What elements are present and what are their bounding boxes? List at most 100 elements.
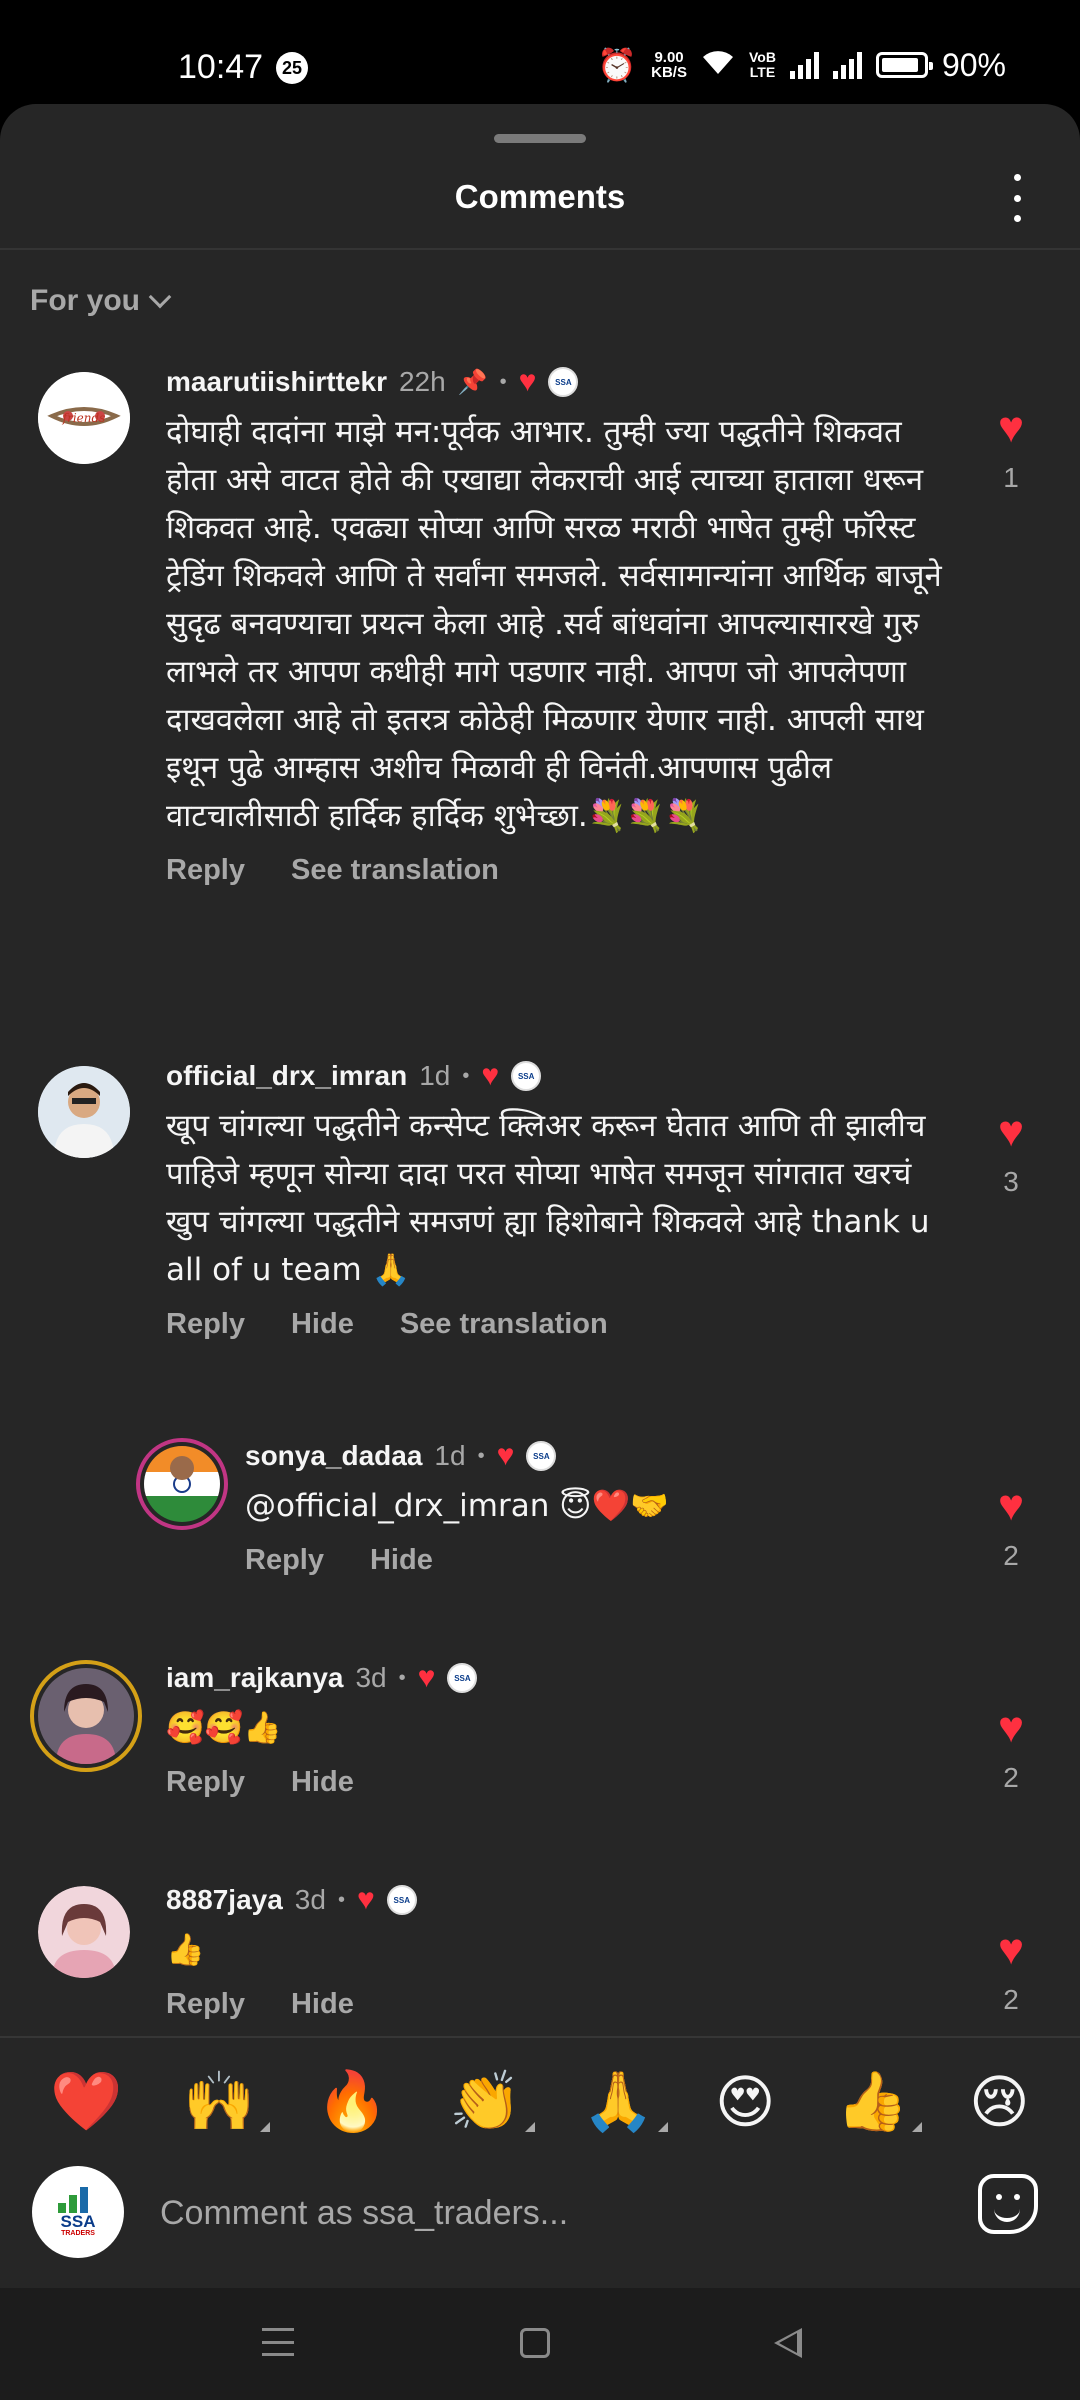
comment-time: 3d bbox=[294, 1884, 326, 1915]
recent-apps-icon[interactable] bbox=[262, 2328, 294, 2356]
comment-body: 8887jaya 3d • ♥ SSA 👍 Reply Hide bbox=[166, 1880, 946, 2021]
comment-username[interactable]: 8887jaya bbox=[166, 1884, 283, 1916]
reaction-clap[interactable]: 👏 bbox=[449, 2068, 536, 2136]
signal-2-icon bbox=[832, 51, 862, 79]
heart-icon: ♥ bbox=[997, 1481, 1025, 1530]
like-button[interactable]: ♥ 1 bbox=[974, 406, 1048, 494]
comment-composer: SSA TRADERS bbox=[0, 2166, 1080, 2288]
creator-avatar-badge: SSA bbox=[386, 1885, 417, 1915]
separator-dot: • bbox=[398, 1666, 406, 1689]
heart-icon: ♥ bbox=[997, 1925, 1025, 1974]
comment-input[interactable] bbox=[160, 2188, 920, 2238]
alarm-icon: ⏰ bbox=[597, 47, 638, 83]
reaction-fire[interactable]: 🔥 bbox=[316, 2068, 388, 2136]
reply-button[interactable]: Reply bbox=[166, 1766, 245, 1799]
pin-icon: 📌 bbox=[457, 368, 488, 396]
comment-body: iam_rajkanya 3d • ♥ SSA 🥰🥰👍 Reply Hide bbox=[166, 1658, 946, 1799]
avatar-logo-text: SSA bbox=[60, 2212, 96, 2231]
comment-body: maarutiishirttekr 22h 📌 • ♥ SSA दोघाही द… bbox=[166, 362, 946, 887]
more-options-icon[interactable] bbox=[1002, 174, 1032, 222]
status-time: 10:47 bbox=[178, 48, 264, 86]
header-divider bbox=[0, 248, 1080, 250]
comment-text: खूप चांगल्या पद्धतीने कन्सेप्ट क्लिअर कर… bbox=[166, 1108, 940, 1288]
sticker-icon[interactable] bbox=[978, 2174, 1038, 2234]
avatar[interactable]: friends bbox=[38, 372, 130, 464]
separator-dot: • bbox=[337, 1888, 345, 1911]
avatar[interactable] bbox=[30, 1660, 142, 1772]
network-speed: 9.00 KB/S bbox=[651, 50, 687, 80]
reaction-heart-eyes[interactable]: 😍 bbox=[715, 2068, 775, 2136]
comment-actions: Reply Hide bbox=[166, 1988, 946, 2021]
avatar[interactable] bbox=[136, 1438, 228, 1530]
like-button[interactable]: ♥ 2 bbox=[974, 1706, 1048, 1794]
creator-liked-heart-icon: ♥ bbox=[481, 1059, 500, 1092]
comment-username[interactable]: maarutiishirttekr bbox=[166, 366, 387, 398]
wifi-icon bbox=[701, 47, 735, 84]
like-count: 2 bbox=[1003, 1540, 1019, 1571]
reaction-raising-hands[interactable]: 🙌 bbox=[183, 2068, 270, 2136]
reaction-heart[interactable]: ❤️ bbox=[50, 2068, 122, 2136]
comment-actions: Reply Hide bbox=[245, 1544, 945, 1577]
hide-button[interactable]: Hide bbox=[370, 1544, 433, 1577]
home-icon[interactable] bbox=[520, 2328, 550, 2358]
network-speed-unit: KB/S bbox=[651, 64, 687, 81]
heart-icon: ♥ bbox=[997, 403, 1025, 452]
reaction-crying[interactable]: 😢 bbox=[969, 2068, 1029, 2136]
creator-avatar-badge: SSA bbox=[511, 1061, 542, 1091]
comment-text: दोघाही दादांना माझे मन:पूर्वक आभार. तुम्… bbox=[166, 414, 952, 834]
sheet-title: Comments bbox=[454, 178, 626, 215]
see-translation-button[interactable]: See translation bbox=[400, 1308, 608, 1341]
comment-actions: Reply See translation bbox=[166, 854, 946, 887]
separator-dot: • bbox=[499, 370, 507, 393]
comment-text: @official_drx_imran 😇❤️🤝 bbox=[245, 1488, 669, 1524]
comment-header: official_drx_imran 1d • ♥ SSA bbox=[166, 1056, 946, 1096]
status-bar: 10:47 25 ⏰ 9.00 KB/S VoB LTE 90% bbox=[0, 0, 1080, 104]
like-button[interactable]: ♥ 2 bbox=[974, 1928, 1048, 2016]
comment-header: 8887jaya 3d • ♥ SSA bbox=[166, 1880, 946, 1920]
hide-button[interactable]: Hide bbox=[291, 1988, 354, 2021]
comment-text: 👍 bbox=[166, 1932, 205, 1968]
battery-fill bbox=[881, 58, 918, 72]
volte-top: VoB bbox=[748, 49, 776, 65]
like-count: 1 bbox=[1003, 462, 1019, 493]
like-button[interactable]: ♥ 3 bbox=[974, 1110, 1048, 1198]
comment-text: 🥰🥰👍 bbox=[166, 1710, 282, 1746]
creator-liked-heart-icon: ♥ bbox=[496, 1439, 515, 1472]
avatar[interactable] bbox=[38, 1886, 130, 1978]
comment-time: 1d bbox=[419, 1060, 451, 1091]
current-user-avatar: SSA TRADERS bbox=[32, 2166, 124, 2258]
comment-username[interactable]: official_drx_imran bbox=[166, 1060, 407, 1092]
back-icon[interactable] bbox=[774, 2328, 802, 2358]
comment-header: iam_rajkanya 3d • ♥ SSA bbox=[166, 1658, 946, 1698]
status-icons: ⏰ 9.00 KB/S VoB LTE 90% bbox=[597, 46, 1006, 84]
comment-body: sonya_dadaa 1d • ♥ SSA @official_drx_imr… bbox=[245, 1436, 945, 1577]
comments-sheet: Comments For you friends maarutiishirtte… bbox=[0, 104, 1080, 2288]
creator-liked-heart-icon: ♥ bbox=[518, 365, 537, 398]
comment-username[interactable]: iam_rajkanya bbox=[166, 1662, 343, 1694]
volte-bottom: LTE bbox=[749, 64, 776, 80]
chevron-down-icon bbox=[148, 285, 172, 309]
reply-button[interactable]: Reply bbox=[166, 1308, 245, 1341]
reaction-pray[interactable]: 🙏 bbox=[582, 2068, 669, 2136]
comment-body: official_drx_imran 1d • ♥ SSA खूप चांगल्… bbox=[166, 1056, 946, 1341]
reaction-thumbs-up[interactable]: 👍 bbox=[836, 2068, 923, 2136]
like-button[interactable]: ♥ 2 bbox=[974, 1484, 1048, 1572]
comment-list[interactable]: friends maarutiishirttekr 22h 📌 • ♥ SSA … bbox=[0, 348, 1080, 2140]
reply-button[interactable]: Reply bbox=[166, 854, 245, 887]
hide-button[interactable]: Hide bbox=[291, 1766, 354, 1799]
reply-button[interactable]: Reply bbox=[166, 1988, 245, 2021]
avatar[interactable] bbox=[38, 1066, 130, 1158]
comment-time: 3d bbox=[355, 1662, 387, 1693]
logo-bars bbox=[58, 2187, 98, 2213]
hide-button[interactable]: Hide bbox=[291, 1308, 354, 1341]
sheet-drag-handle[interactable] bbox=[494, 134, 586, 143]
sort-filter-dropdown[interactable]: For you bbox=[30, 284, 172, 318]
comment-header: maarutiishirttekr 22h 📌 • ♥ SSA bbox=[166, 362, 946, 402]
comment-username[interactable]: sonya_dadaa bbox=[245, 1440, 422, 1472]
like-count: 3 bbox=[1003, 1166, 1019, 1197]
comment-actions: Reply Hide bbox=[166, 1766, 946, 1799]
volte-indicator: VoB LTE bbox=[749, 50, 776, 80]
see-translation-button[interactable]: See translation bbox=[291, 854, 499, 887]
battery-percent: 90% bbox=[941, 46, 1006, 83]
reply-button[interactable]: Reply bbox=[245, 1544, 324, 1577]
